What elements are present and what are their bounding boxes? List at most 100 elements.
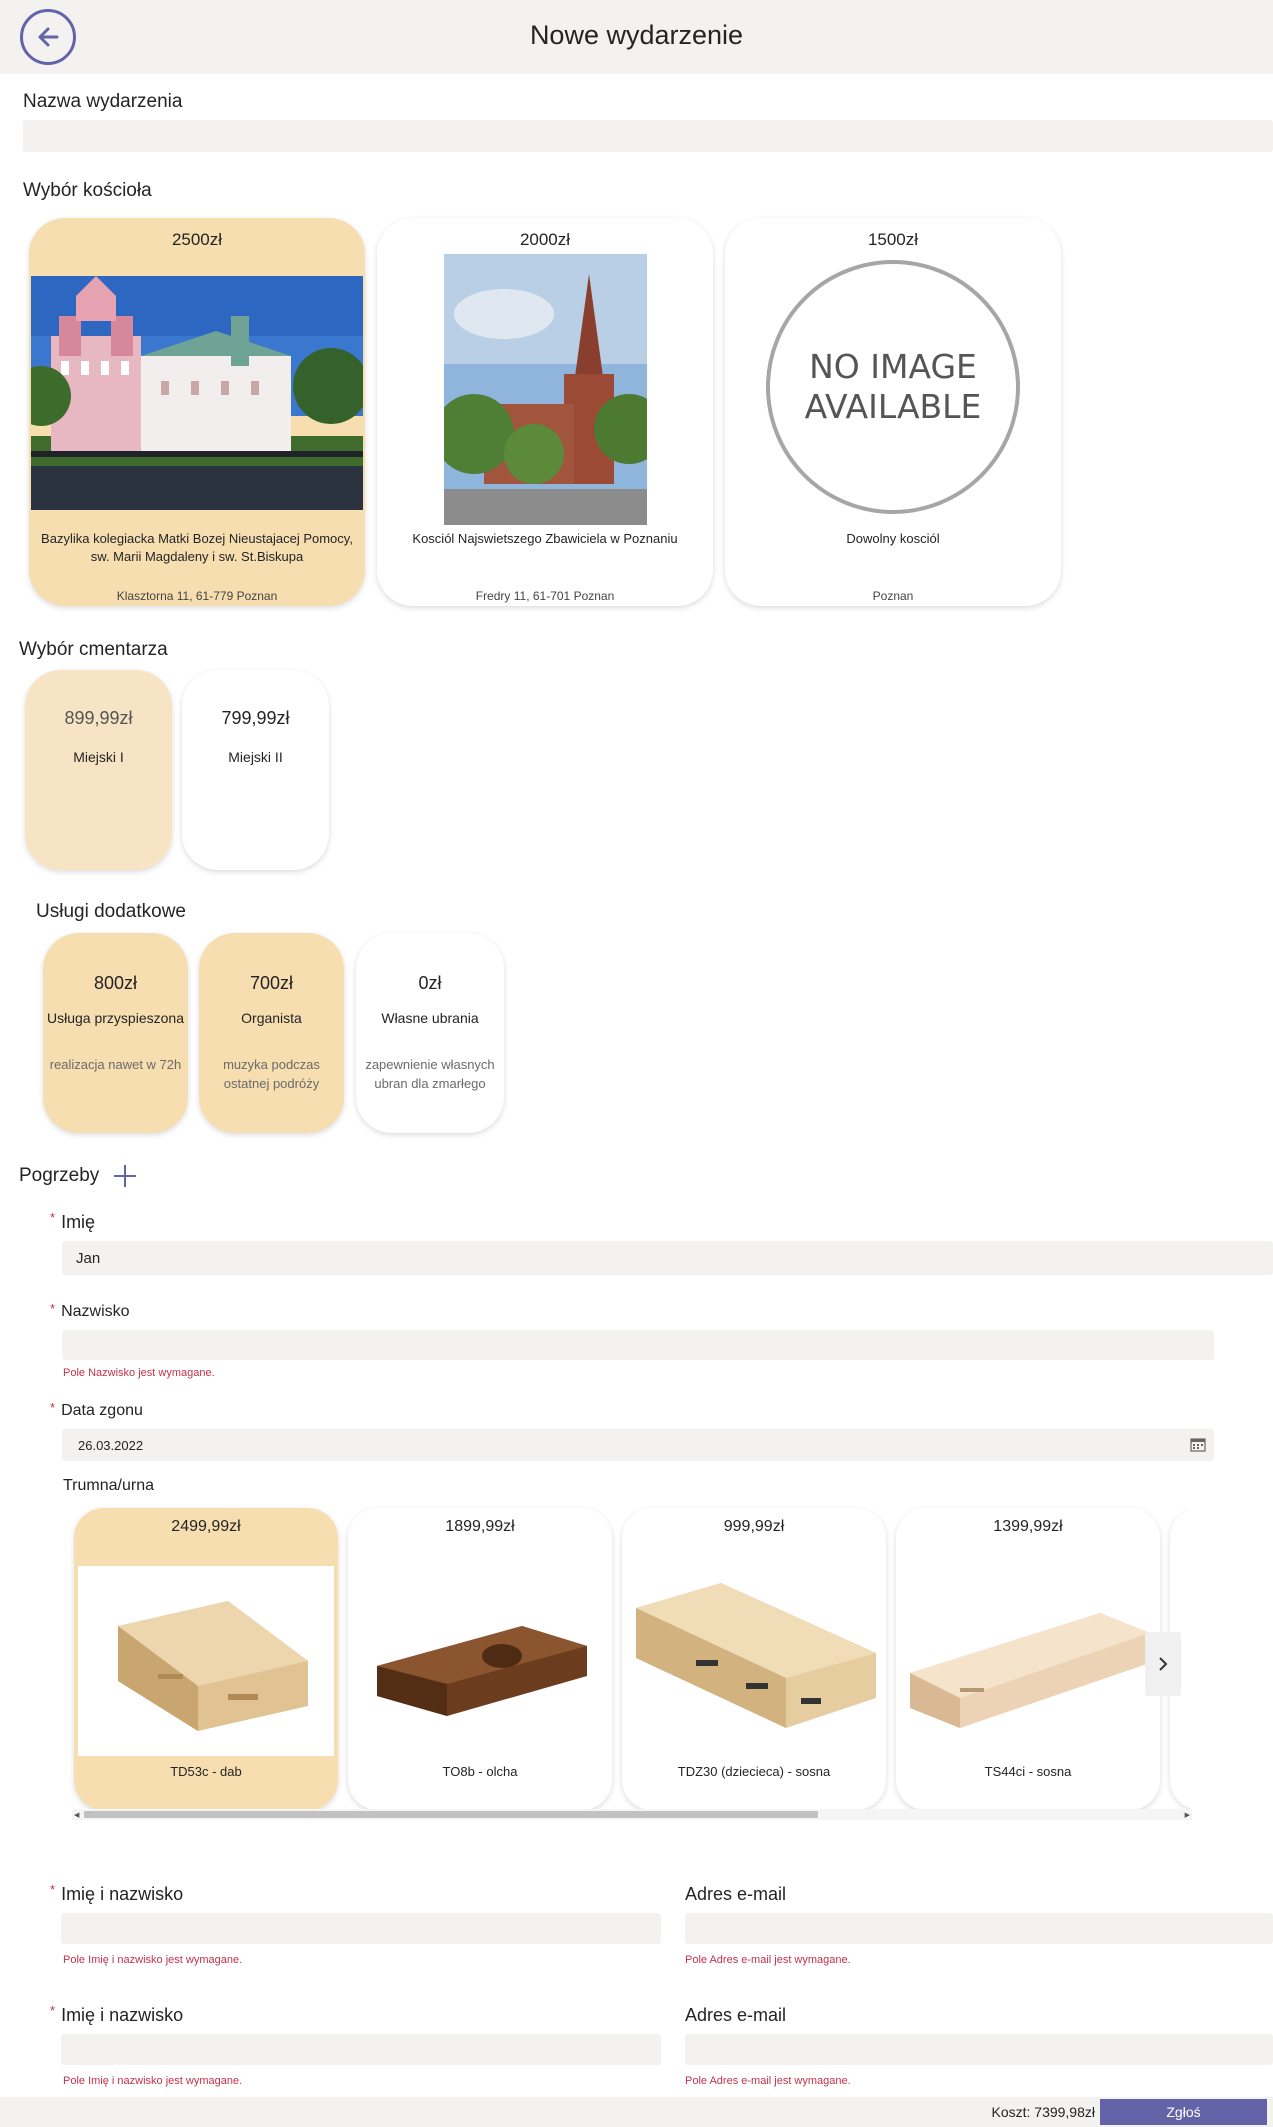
no-image-placeholder: NO IMAGE AVAILABLE: [766, 260, 1020, 514]
app-header: Nowe wydarzenie: [0, 0, 1273, 74]
required-asterisk: *: [50, 1210, 56, 1225]
coffin-card-ts44ci[interactable]: 1399,99zł TS44ci - sosna: [896, 1508, 1160, 1810]
event-name-input[interactable]: [23, 120, 1273, 152]
church-card-any[interactable]: 1500zł NO IMAGE AVAILABLE Dowolny kosció…: [725, 218, 1061, 606]
first-name-input[interactable]: [62, 1241, 1273, 1275]
death-date-picker[interactable]: 26.03.2022: [62, 1429, 1214, 1461]
coffin-carousel: 2499,99zł TD53c - dab 1899,99zł TO8b - o…: [70, 1504, 1190, 1810]
coffin-card-to8b[interactable]: 1899,99zł TO8b - olcha: [348, 1508, 612, 1810]
event-name-label: Nazwa wydarzenia: [23, 91, 183, 112]
submit-button[interactable]: Zgłoś: [1100, 2099, 1267, 2125]
coffin-label: Trumna/urna: [63, 1477, 154, 1494]
required-asterisk: *: [50, 1400, 56, 1415]
carousel-scrollbar[interactable]: ◀ ▶: [72, 1809, 1192, 1820]
coffin-name: TD53c - dab: [170, 1764, 242, 1779]
service-description: zapewnienie własnych ubran dla zmarłego: [365, 1057, 495, 1091]
service-name: Usługa przyspieszona: [47, 1010, 184, 1026]
coffin-photo-ts44ci: [910, 1613, 1150, 1728]
coffin-photo-td53c: [118, 1601, 308, 1731]
total-cost: Koszt: 7399,98zł: [991, 2104, 1095, 2120]
cemetery-card-miejski-1[interactable]: 899,99zł Miejski I: [25, 670, 172, 870]
cemetery-price: 899,99zł: [64, 708, 133, 728]
plus-icon: [114, 1165, 136, 1187]
last-name-label: * Nazwisko: [50, 1301, 130, 1321]
coffin-photo-tdz30: [636, 1583, 876, 1728]
coffin-name: TDZ30 (dziecieca) - sosna: [677, 1764, 831, 1779]
church-address: Fredry 11, 61-701 Poznan: [475, 589, 615, 603]
contact-1-name-input[interactable]: [61, 1913, 661, 1944]
church-price: 2500zł: [171, 230, 223, 249]
cemetery-price: 799,99zł: [221, 708, 290, 728]
church-card-basilica[interactable]: 2500zł Bazylika kolegiacka Matki Bozej N…: [29, 218, 365, 606]
required-asterisk: *: [50, 1882, 56, 1897]
add-burial-button[interactable]: [112, 1163, 138, 1189]
burials-section-label: Pogrzeby: [19, 1165, 100, 1186]
contact-2-email-label: Adres e-mail: [685, 2005, 787, 2025]
coffin-price: 2499,99zł: [171, 1518, 241, 1535]
coffin-price: 1899,99zł: [445, 1518, 515, 1535]
no-image-text: NO IMAGE: [809, 347, 977, 386]
coffin-name: TS44ci - sosna: [984, 1764, 1072, 1779]
contact-2-name-label-text: Imię i nazwisko: [61, 2005, 184, 2025]
church-photo-zbawiciela: [444, 254, 647, 525]
contact-1-email-error: Pole Adres e-mail jest wymagane.: [685, 1954, 851, 1966]
contact-1-name-error: Pole Imię i nazwisko jest wymagane.: [63, 1954, 243, 1966]
church-name: Kosciól Najswietszego Zbawiciela w Pozna…: [412, 531, 678, 546]
last-name-error: Pole Nazwisko jest wymagane.: [63, 1367, 215, 1379]
church-price: 1500zł: [867, 230, 919, 249]
coffin-name: TO8b - olcha: [442, 1764, 518, 1779]
service-description: muzyka podczas ostatnej podróży: [223, 1057, 320, 1091]
contact-2-email-input[interactable]: [685, 2034, 1273, 2065]
coffin-card-td53c[interactable]: 2499,99zł TD53c - dab: [74, 1508, 338, 1810]
church-name: Dowolny kosciól: [846, 531, 940, 546]
coffin-price: 999,99zł: [723, 1518, 785, 1535]
last-name-input[interactable]: [62, 1330, 1214, 1360]
page-title: Nowe wydarzenie: [529, 20, 744, 50]
services-section-label: Usługi dodatkowe: [36, 901, 186, 922]
cemetery-section-label: Wybór cmentarza: [19, 639, 168, 660]
carousel-next-button[interactable]: [1145, 1632, 1181, 1696]
contact-1-email-label: Adres e-mail: [685, 1884, 787, 1904]
available-text: AVAILABLE: [804, 387, 982, 426]
service-price: 700zł: [249, 973, 294, 993]
required-asterisk: *: [50, 1301, 56, 1316]
death-date-value: 26.03.2022: [78, 1437, 144, 1453]
death-date-label: * Data zgonu: [50, 1400, 143, 1420]
coffin-image: [352, 1566, 608, 1756]
contact-2-name-input[interactable]: [61, 2034, 661, 2065]
first-name-label-text: Imię: [61, 1212, 96, 1232]
first-name-label: * Imię: [50, 1210, 96, 1233]
contact-2-email-error: Pole Adres e-mail jest wymagane.: [685, 2075, 851, 2087]
church-name: Bazylika kolegiacka Matki Bozej Nieustaj…: [41, 531, 353, 564]
service-card-own-clothes[interactable]: 0zł Własne ubrania zapewnienie własnych …: [356, 933, 504, 1133]
service-price: 800zł: [93, 973, 138, 993]
service-price: 0zł: [418, 973, 442, 993]
church-address: Klasztorna 11, 61-779 Poznan: [116, 589, 278, 603]
cemetery-name: Miejski II: [228, 749, 283, 765]
coffin-image: [900, 1558, 1156, 1758]
church-card-zbawiciela[interactable]: 2000zł Kosciól Najswietszego Zbawiciela …: [377, 218, 713, 606]
church-price: 2000zł: [519, 230, 571, 249]
contact-2-name-label: * Imię i nazwisko: [50, 2003, 184, 2026]
contact-1-email-input[interactable]: [685, 1913, 1273, 1944]
church-address: Poznan: [872, 589, 914, 603]
required-asterisk: *: [50, 2003, 56, 2018]
cemetery-card-miejski-2[interactable]: 799,99zł Miejski II: [182, 670, 329, 870]
coffin-image: [626, 1548, 882, 1758]
scroll-left-arrow[interactable]: ◀: [74, 1811, 79, 1819]
scroll-right-arrow[interactable]: ▶: [1185, 1811, 1190, 1819]
coffin-image: [78, 1566, 334, 1756]
calendar-icon[interactable]: [1190, 1438, 1206, 1452]
coffin-photo-to8b: [377, 1626, 587, 1716]
scrollbar-thumb[interactable]: [84, 1811, 818, 1818]
contact-1-name-label-text: Imię i nazwisko: [61, 1884, 184, 1904]
last-name-label-text: Nazwisko: [61, 1303, 130, 1320]
church-photo-basilica: [31, 276, 363, 510]
contact-2-name-error: Pole Imię i nazwisko jest wymagane.: [63, 2075, 243, 2087]
coffin-card-tdz30[interactable]: 999,99zł TDZ30 (dziecieca) - sosna: [622, 1508, 886, 1810]
service-name: Organista: [241, 1010, 302, 1026]
service-card-express[interactable]: 800zł Usługa przyspieszona realizacja na…: [43, 933, 188, 1133]
service-card-organist[interactable]: 700zł Organista muzyka podczas ostatnej …: [199, 933, 344, 1133]
cemetery-name: Miejski I: [73, 749, 124, 765]
chevron-right-icon: [1159, 1657, 1168, 1671]
